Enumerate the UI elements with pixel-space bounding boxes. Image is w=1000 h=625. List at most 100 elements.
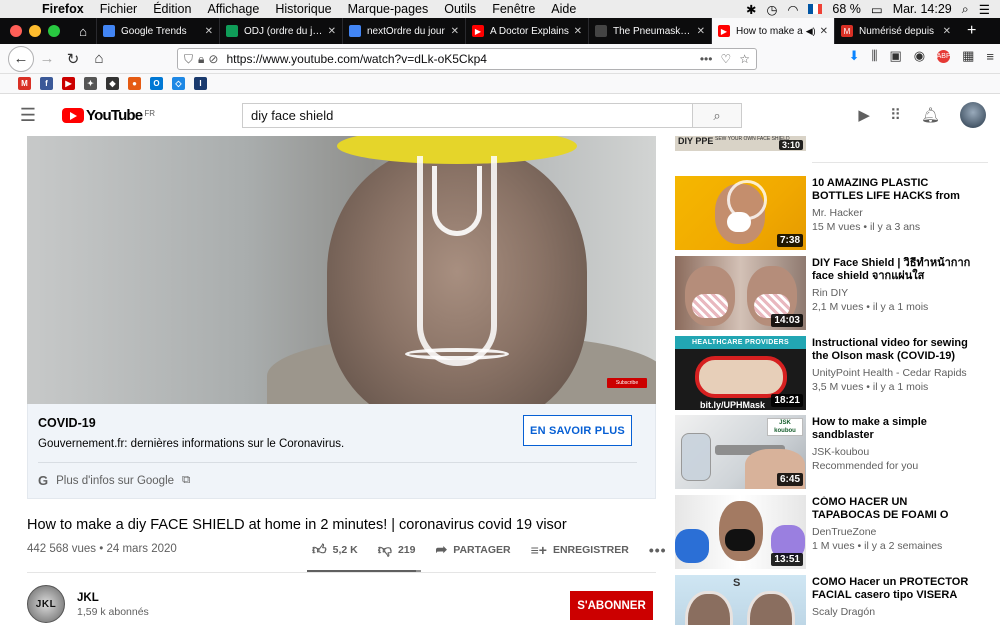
suggestion-thumbnail[interactable]: JSK koubou 6:45 — [675, 415, 806, 489]
tab-doctor-explains[interactable]: ▶ A Doctor Explains ✕ — [465, 18, 588, 44]
subscribe-button[interactable]: S'ABONNER — [570, 591, 653, 620]
account-icon[interactable]: ◉ — [914, 48, 925, 64]
tab-pneumask[interactable]: The Pneumask Pro ✕ — [588, 18, 711, 44]
more-actions-icon[interactable]: ••• — [649, 542, 667, 558]
lock-icon[interactable]: 🔒︎ — [198, 52, 204, 67]
bookmark-gmail-icon[interactable]: M — [18, 77, 31, 90]
menubar-clock[interactable]: Mar. 14:29 — [893, 2, 952, 16]
new-tab-button[interactable]: + — [967, 22, 976, 40]
search-input[interactable]: diy face shield — [242, 103, 692, 128]
french-flag-icon[interactable] — [808, 4, 823, 14]
suggestion-item[interactable]: JSK koubou 6:45 How to make a simple sand… — [675, 415, 995, 489]
url-bar[interactable]: ⛉ 🔒︎ ⊘ https://www.youtube.com/watch?v=d… — [177, 48, 757, 70]
autoplay-blocked-icon[interactable]: ⊘ — [208, 52, 218, 66]
notifications-bell-icon[interactable]: 🔔︎ — [921, 106, 940, 124]
learn-more-button[interactable]: EN SAVOIR PLUS — [523, 415, 632, 446]
battery-percent[interactable]: 68 % — [832, 2, 861, 16]
suggestion-thumbnail[interactable]: S — [675, 575, 806, 625]
suggestion-title[interactable]: DIY Face Shield | วิธีทำหน้ากาก face shi… — [812, 257, 977, 283]
suggestion-channel[interactable]: DenTrueZone — [812, 526, 876, 538]
sidebar-icon[interactable]: ▣ — [889, 48, 901, 64]
audio-playing-icon[interactable]: ◀) — [806, 26, 816, 37]
create-video-icon[interactable]: ▶ — [858, 106, 870, 124]
bookmark-extension-icon[interactable]: ✦ — [84, 77, 97, 90]
bookmark-star-icon[interactable]: ☆ — [739, 52, 750, 66]
suggestion-title[interactable]: Instructional video for sewing the Olson… — [812, 337, 977, 363]
dislike-button[interactable]: 👎︎ 219 — [378, 541, 416, 558]
home-icon[interactable]: ⌂ — [70, 24, 96, 39]
save-button[interactable]: ≡+ ENREGISTRER — [531, 542, 629, 558]
control-center-icon[interactable]: ☰ — [979, 2, 990, 17]
bookmark-blue-icon[interactable]: ◇ — [172, 77, 185, 90]
channel-avatar[interactable]: JKL — [27, 585, 65, 623]
bookmark-linkedin-icon[interactable]: I — [194, 77, 207, 90]
suggestion-channel[interactable]: UnityPoint Health - Cedar Rapids — [812, 367, 967, 379]
bookmark-outlook-icon[interactable]: O — [150, 77, 163, 90]
bookmark-app-icon[interactable]: ◆ — [106, 77, 119, 90]
suggestion-title[interactable]: COMO Hacer un PROTECTOR FACIAL casero ti… — [812, 576, 977, 602]
close-tab-icon[interactable]: ✕ — [943, 26, 951, 37]
close-tab-icon[interactable]: ✕ — [697, 26, 705, 37]
menu-fichier[interactable]: Fichier — [92, 2, 146, 16]
suggestion-thumbnail-top[interactable]: DIY PPE SEW YOUR OWN FACE SHIELD 3:10 — [675, 136, 806, 151]
suggestion-channel[interactable]: JSK-koubou — [812, 446, 869, 458]
menu-edition[interactable]: Édition — [145, 2, 199, 16]
close-tab-icon[interactable]: ✕ — [451, 26, 459, 37]
suggestion-item[interactable]: HEALTHCARE PROVIDERS bit.ly/UPHMask 18:21 … — [675, 336, 995, 410]
spotlight-search-icon[interactable]: ⌕ — [962, 2, 969, 17]
zoom-window-button[interactable] — [48, 25, 60, 37]
shield-icon[interactable]: ⛉ — [184, 52, 193, 67]
google-info-link[interactable]: G Plus d'infos sur Google ⧉ — [38, 473, 190, 488]
tab-google-trends[interactable]: Google Trends ✕ — [96, 18, 219, 44]
bookmark-facebook-icon[interactable]: f — [40, 77, 53, 90]
download-icon[interactable]: ⬇ — [849, 48, 860, 64]
suggestion-item[interactable]: 13:51 CÓMO HACER UN TAPABOCAS DE FOAMI O… — [675, 495, 995, 569]
menu-affichage[interactable]: Affichage — [199, 2, 267, 16]
menu-historique[interactable]: Historique — [267, 2, 339, 16]
forward-button[interactable]: → — [34, 46, 60, 72]
suggestion-thumbnail[interactable]: 13:51 — [675, 495, 806, 569]
share-button[interactable]: ➦ PARTAGER — [436, 541, 511, 558]
wifi-icon[interactable]: ◠ — [787, 2, 798, 17]
tab-numerise[interactable]: M Numérisé depuis ✕ — [834, 18, 957, 44]
bookmark-orange-icon[interactable]: ● — [128, 77, 141, 90]
adblock-icon[interactable]: ABP — [937, 49, 951, 63]
page-actions-icon[interactable]: ••• — [700, 52, 713, 66]
menu-icon[interactable]: ≡ — [986, 49, 994, 64]
minimize-window-button[interactable] — [29, 25, 41, 37]
home-button[interactable]: ⌂ — [86, 46, 112, 72]
close-tab-icon[interactable]: ✕ — [328, 26, 336, 37]
reload-button[interactable]: ↻ — [60, 46, 86, 72]
suggestion-thumbnail[interactable]: HEALTHCARE PROVIDERS bit.ly/UPHMask 18:21 — [675, 336, 806, 410]
suggestion-channel[interactable]: Scaly Dragón — [812, 606, 875, 618]
tab-next-ordre[interactable]: nextOrdre du jour ✕ — [342, 18, 465, 44]
menu-aide[interactable]: Aide — [543, 2, 584, 16]
tab-how-to-make-active[interactable]: ▶ How to make a ◀) ✕ — [711, 18, 834, 44]
suggestion-item[interactable]: S COMO Hacer un PROTECTOR FACIAL casero … — [675, 575, 995, 625]
bookmark-youtube-icon[interactable]: ▶ — [62, 77, 75, 90]
menu-marque-pages[interactable]: Marque-pages — [340, 2, 437, 16]
close-window-button[interactable] — [10, 25, 22, 37]
suggestion-item[interactable]: 7:38 10 AMAZING PLASTIC BOTTLES LIFE HAC… — [675, 176, 995, 250]
channel-name[interactable]: JKL — [77, 592, 99, 604]
menu-outils[interactable]: Outils — [436, 2, 484, 16]
apps-grid-icon[interactable]: ⠿ — [890, 106, 901, 124]
user-avatar[interactable] — [960, 102, 986, 128]
back-button[interactable]: ← — [8, 45, 34, 72]
video-player[interactable]: Subscribe — [27, 136, 656, 404]
suggestion-item[interactable]: 14:03 DIY Face Shield | วิธีทำหน้ากาก fa… — [675, 256, 995, 330]
suggestion-thumbnail[interactable]: 7:38 — [675, 176, 806, 250]
extension-icon[interactable]: ▦ — [962, 48, 974, 64]
suggestion-channel[interactable]: Mr. Hacker — [812, 207, 863, 219]
backup-icon[interactable]: ◷ — [767, 2, 778, 17]
pocket-icon[interactable]: ♡ — [720, 52, 731, 66]
battery-icon[interactable]: ▭ — [871, 2, 883, 17]
menu-app-firefox[interactable]: Firefox — [34, 2, 92, 16]
menu-fenetre[interactable]: Fenêtre — [484, 2, 543, 16]
suggestion-title[interactable]: CÓMO HACER UN TAPABOCAS DE FOAMI O GOMA … — [812, 496, 977, 522]
suggestion-thumbnail[interactable]: 14:03 — [675, 256, 806, 330]
library-icon[interactable]: ⫼ — [871, 48, 877, 64]
like-button[interactable]: 👍︎ 5,2 K — [312, 541, 358, 558]
suggestion-title[interactable]: 10 AMAZING PLASTIC BOTTLES LIFE HACKS fr… — [812, 177, 977, 203]
url-text[interactable]: https://www.youtube.com/watch?v=dLk-oK5C… — [226, 52, 699, 66]
